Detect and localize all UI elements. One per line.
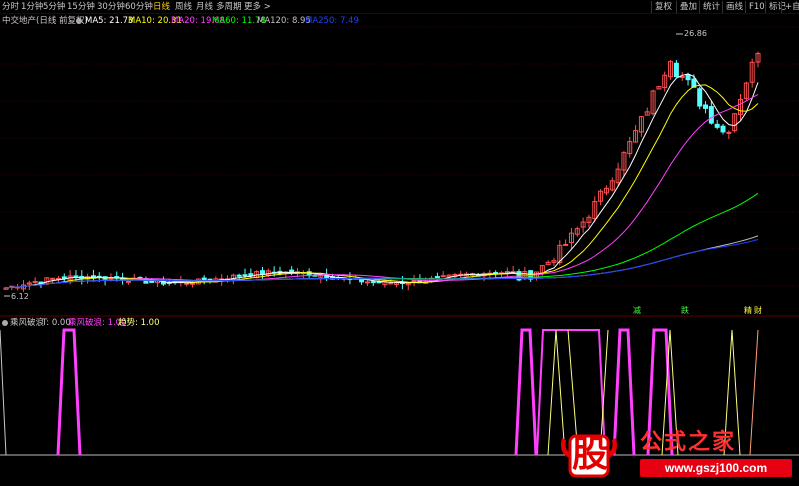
signal-marker: 跌 — [681, 305, 689, 315]
indicator-legend: 乘风破浪 T: 0.00 乘风破浪: 1.00 趋势: 1.00 — [0, 317, 799, 329]
candle-body — [125, 280, 131, 283]
candle-body — [685, 74, 691, 81]
candle-body — [370, 281, 376, 284]
high-price-label: 26.86 — [684, 29, 707, 38]
ma-line-250 — [5, 239, 759, 289]
indicator-name: 乘风破浪 — [10, 318, 45, 328]
candlesticks — [3, 51, 761, 292]
candle-body — [703, 104, 709, 109]
ma-line-20 — [5, 93, 759, 289]
signal-marker: 减 — [633, 305, 641, 315]
candle-body — [726, 131, 732, 134]
candle-body — [434, 276, 440, 279]
candle-body — [149, 280, 155, 283]
signal-marker: 精 — [744, 305, 752, 315]
candle-body — [236, 274, 242, 277]
indicator-line2-value: 趋势: 1.00 — [118, 318, 160, 328]
candle-body — [679, 75, 685, 78]
indicator-pulse — [514, 328, 538, 456]
watermark: 股 公式之家 www.gszj100.com — [556, 428, 796, 484]
indicator-t-value: T: 0.00 — [42, 318, 71, 328]
ma-line-5 — [5, 73, 759, 289]
candle-body — [73, 275, 79, 278]
candle-body — [50, 277, 56, 280]
indicator-t-line — [0, 329, 7, 456]
kline-chart[interactable]: 26.86 6.12 减 跌 精财 — [0, 0, 799, 486]
candle-body — [708, 106, 714, 124]
chart-annotations: 26.86 6.12 减 跌 精财 — [4, 29, 762, 315]
candle-body — [673, 62, 679, 78]
moving-average-lines — [5, 73, 759, 289]
ma-line-60 — [5, 192, 759, 289]
signal-marker: 财 — [754, 305, 762, 315]
candle-body — [32, 280, 38, 283]
candle-body — [190, 282, 196, 285]
candle-body — [259, 270, 265, 275]
candle-body — [563, 243, 569, 246]
watermark-title: 公式之家 — [640, 430, 737, 455]
candle-body — [714, 123, 720, 128]
indicator-pulse — [56, 328, 82, 456]
watermark-url: www.gszj100.com — [640, 459, 792, 477]
grid-lines — [0, 26, 799, 456]
candle-body — [388, 282, 394, 285]
indicator-settings-dot-icon[interactable] — [2, 320, 8, 326]
candle-body — [697, 88, 703, 107]
watermark-logo-char: 股 — [571, 433, 608, 475]
low-price-label: 6.12 — [11, 292, 29, 301]
candle-body — [364, 281, 370, 284]
candle-body — [720, 125, 726, 133]
candle-body — [411, 279, 417, 282]
candle-body — [440, 275, 446, 278]
candle-body — [242, 274, 248, 277]
